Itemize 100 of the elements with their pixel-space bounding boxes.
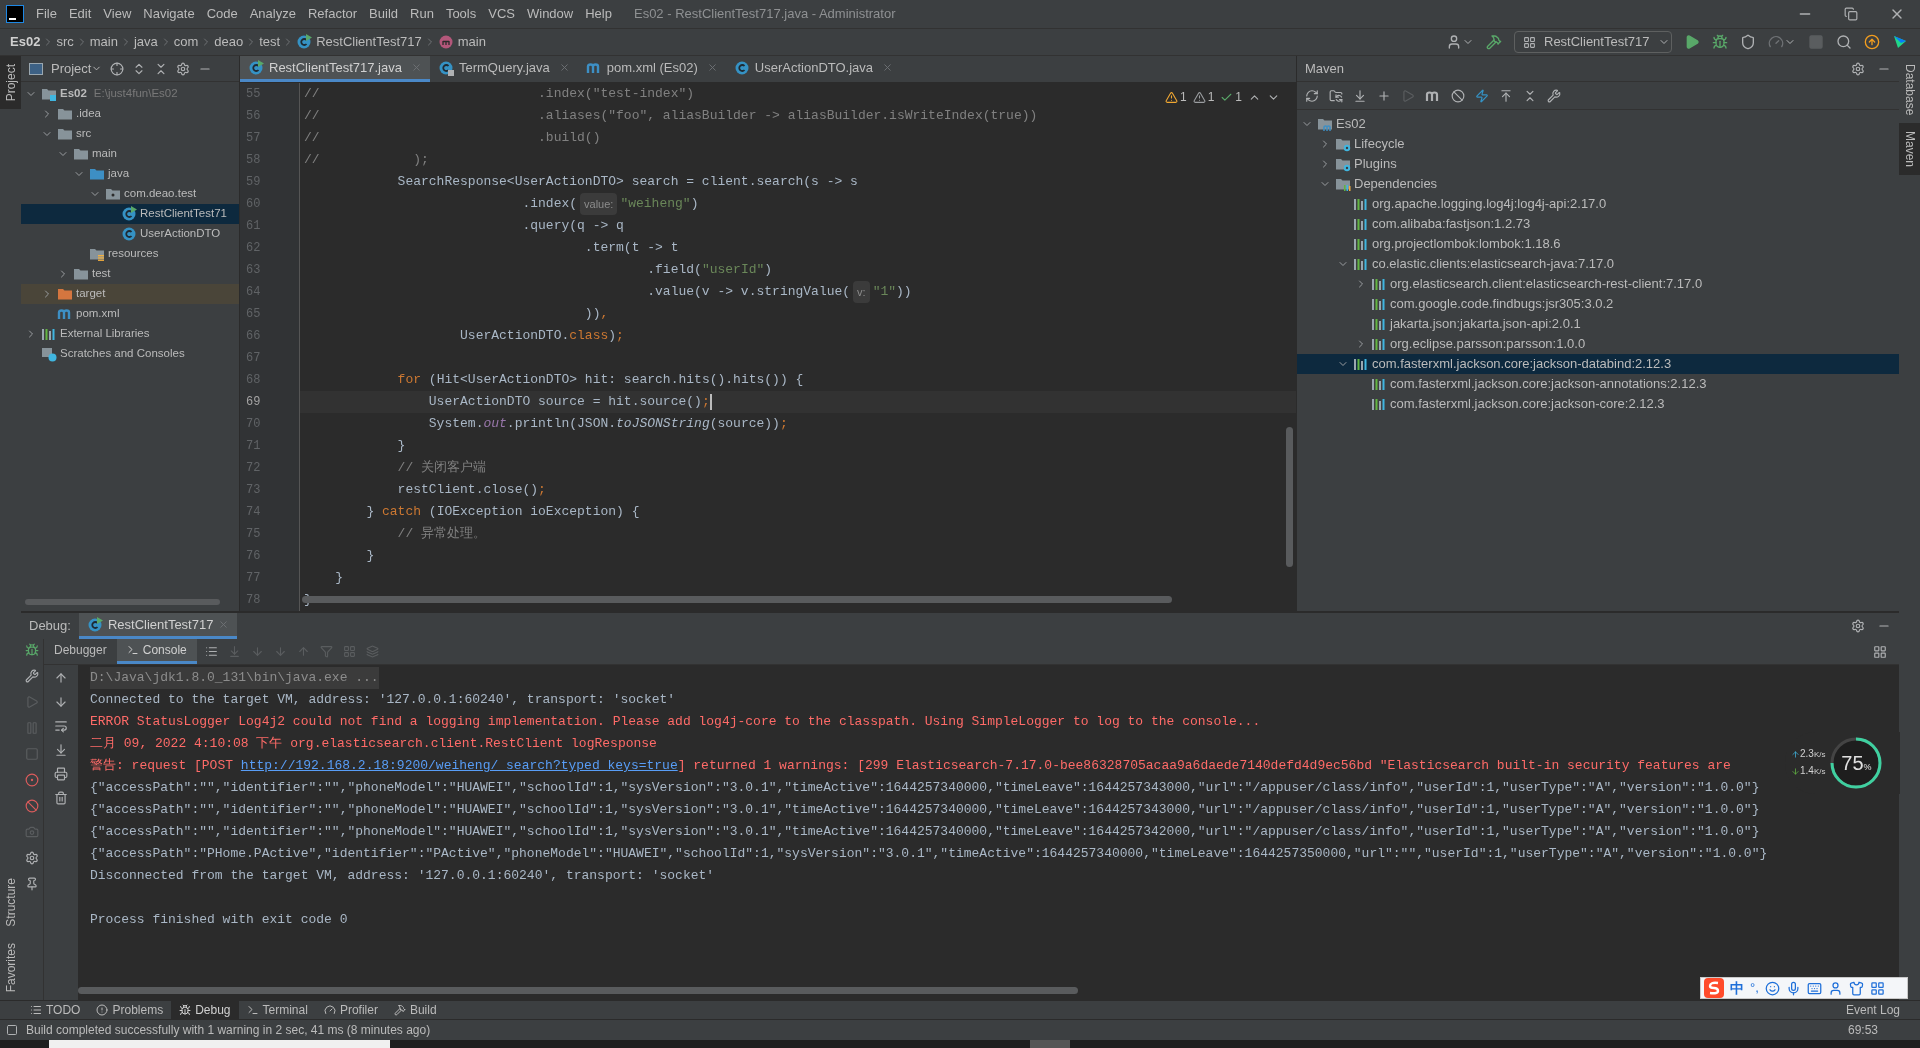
editor-tab[interactable]: UserActionDTO.java <box>725 56 902 82</box>
inspection-counter[interactable]: 1 <box>1164 88 1187 106</box>
tool-window-button[interactable]: Maven <box>1899 123 1920 176</box>
menu-item[interactable]: Analyze <box>243 4 302 24</box>
menu-item[interactable]: Refactor <box>301 4 364 24</box>
menu-item[interactable]: VCS <box>482 4 521 24</box>
lightning-icon[interactable] <box>1475 88 1489 103</box>
tool-window-tab[interactable]: Debug <box>171 1001 239 1019</box>
menu-item[interactable]: File <box>30 4 63 24</box>
tree-item[interactable]: pom.xml <box>21 304 239 324</box>
toolbox-logo[interactable] <box>1892 34 1908 50</box>
camera-icon[interactable] <box>25 825 39 839</box>
scrollbar[interactable] <box>1286 427 1293 567</box>
stop-icon[interactable] <box>25 747 39 761</box>
tool-window-tab[interactable]: Build <box>385 1001 445 1019</box>
menu-item[interactable]: Build <box>363 4 404 24</box>
tree-item[interactable]: com.google.code.findbugs:jsr305:3.0.2 <box>1297 294 1899 314</box>
tree-item[interactable]: org.eclipse.parsson:parsson:1.0.0 <box>1297 334 1899 354</box>
close-icon[interactable] <box>706 62 718 73</box>
tree-item[interactable]: com.deao.test <box>21 184 239 204</box>
tree-item[interactable]: com.fasterxml.jackson.core:jackson-annotations:2.12.3 <box>1297 374 1899 394</box>
microphone-icon[interactable] <box>1785 980 1801 996</box>
emoji-icon[interactable] <box>1764 980 1780 996</box>
breadcrumb[interactable]: main <box>457 32 486 52</box>
tree-item[interactable]: test <box>21 264 239 284</box>
scrollbar[interactable] <box>78 987 1078 994</box>
link[interactable]: http://192.168.2.18:9200/weiheng/_search?typed_keys=true <box>240 758 678 773</box>
tree-item[interactable]: Dependencies <box>1297 174 1899 194</box>
up-icon[interactable] <box>54 671 68 685</box>
menu-item[interactable]: Navigate <box>137 4 201 24</box>
editor-tab[interactable]: TermQuery.java <box>429 56 578 82</box>
user-icon[interactable] <box>1827 980 1843 996</box>
tree-item[interactable]: java <box>21 164 239 184</box>
tree-item[interactable]: org.apache.logging.log4j:log4j-api:2.17.0 <box>1297 194 1899 214</box>
tree-item[interactable]: src <box>21 124 239 144</box>
tree-item[interactable]: RestClientTest71 <box>21 204 239 224</box>
print-icon[interactable] <box>54 767 68 781</box>
settings-icon[interactable] <box>25 851 39 865</box>
wrench-icon[interactable] <box>25 669 39 683</box>
resume-icon[interactable] <box>25 695 39 709</box>
layout-icon[interactable] <box>1873 644 1887 659</box>
run-icon[interactable] <box>1684 34 1700 50</box>
settings-icon[interactable] <box>176 61 191 76</box>
tree-item[interactable]: External Libraries <box>21 324 239 344</box>
tree-item[interactable]: org.projectlombok:lombok:1.18.6 <box>1297 234 1899 254</box>
menu-icon[interactable] <box>204 645 218 658</box>
download-icon[interactable] <box>1353 88 1367 103</box>
tool-window-button[interactable]: Favorites <box>0 934 21 1000</box>
soft-wrap-icon[interactable] <box>54 719 68 733</box>
punctuation-mode[interactable]: °, <box>1750 978 1759 998</box>
coverage-icon[interactable] <box>1740 34 1756 50</box>
grid-icon[interactable] <box>1869 980 1885 996</box>
menu-item[interactable]: Help <box>579 4 618 24</box>
project-view-dropdown[interactable]: Project <box>51 58 103 79</box>
tool-window-tab[interactable]: Problems <box>88 1001 172 1019</box>
close-icon[interactable] <box>882 62 894 73</box>
tree-item[interactable]: resources <box>21 244 239 264</box>
inspection-counter[interactable]: 1 <box>1220 88 1242 106</box>
editor-tab[interactable]: RestClientTest717.java <box>240 56 430 82</box>
tree-item[interactable]: main <box>21 144 239 164</box>
tool-window-tab[interactable]: TODO <box>22 1001 89 1019</box>
breadcrumb[interactable]: java <box>133 32 158 52</box>
scrollbar[interactable] <box>25 599 220 605</box>
wrench-icon[interactable] <box>1547 88 1561 103</box>
stop-icon[interactable] <box>1808 34 1824 50</box>
tree-item[interactable]: org.elasticsearch.client:elasticsearch-rest-client:7.17.0 <box>1297 274 1899 294</box>
panel-tab[interactable]: Console <box>116 639 197 664</box>
menu-item[interactable]: View <box>97 4 138 24</box>
session-tab[interactable]: RestClientTest717 <box>78 613 238 639</box>
input-mode[interactable]: 中 <box>1730 977 1744 999</box>
tool-window-button[interactable]: Project <box>0 56 21 110</box>
tool-window-tab[interactable]: Profiler <box>315 1001 386 1019</box>
tree-item[interactable]: com.alibaba:fastjson:1.2.73 <box>1297 214 1899 234</box>
run-icon[interactable] <box>1401 88 1415 103</box>
breadcrumb[interactable]: Es02 <box>10 32 41 52</box>
inspection-counter[interactable]: 1 <box>1192 88 1215 106</box>
menu-item[interactable]: Run <box>404 4 440 24</box>
event-log-button[interactable]: Event Log <box>1845 1001 1900 1019</box>
search-icon[interactable] <box>1836 34 1852 50</box>
tree-item[interactable]: Es02 E:\just4fun\Es02 <box>21 84 239 104</box>
collapse-all-icon[interactable] <box>1523 88 1537 103</box>
breadcrumb[interactable]: test <box>259 32 281 52</box>
tree-item[interactable]: Lifecycle <box>1297 134 1899 154</box>
run-configuration-dropdown[interactable]: RestClientTest717 <box>1514 31 1672 53</box>
settings-icon[interactable] <box>1851 619 1865 633</box>
pin-icon[interactable] <box>25 877 39 891</box>
clear-icon[interactable] <box>54 791 68 805</box>
tree-item[interactable]: com.fasterxml.jackson.core:jackson-core:2.12.3 <box>1297 394 1899 414</box>
tree-item[interactable]: UserActionDTO <box>21 224 239 244</box>
user-icon[interactable] <box>1446 34 1462 50</box>
breadcrumb[interactable]: RestClientTest717 <box>316 32 422 52</box>
folder-sync-icon[interactable] <box>1329 88 1343 103</box>
breadcrumb[interactable]: com <box>173 32 199 52</box>
tool-window-button[interactable]: Structure <box>0 869 21 935</box>
menu-item[interactable]: Edit <box>62 4 98 24</box>
update-icon[interactable] <box>1864 34 1880 50</box>
tree-item[interactable]: com.fasterxml.jackson.core:jackson-databind:2.12.3 <box>1297 354 1899 374</box>
scroll-to-end-icon[interactable] <box>54 743 68 757</box>
settings-icon[interactable] <box>1851 61 1865 76</box>
tree-item[interactable]: Scratches and Consoles <box>21 344 239 364</box>
